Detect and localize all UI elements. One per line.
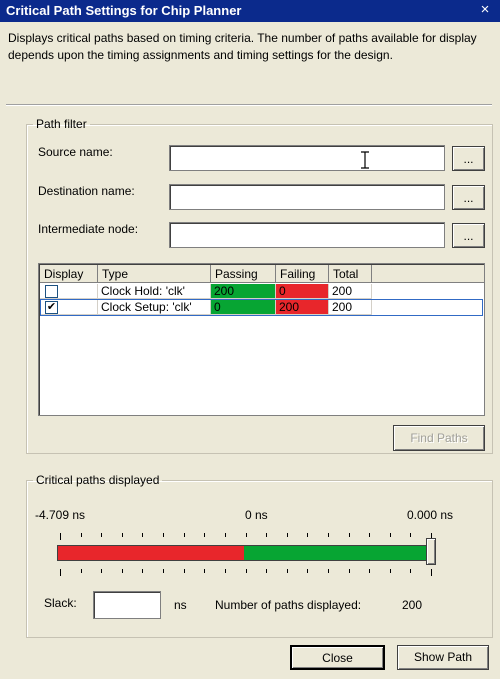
show-path-button[interactable]: Show Path	[397, 645, 489, 670]
intermediate-browse-button[interactable]: ...	[452, 223, 485, 248]
slider-tick	[60, 533, 61, 540]
column-header-passing[interactable]: Passing	[211, 265, 276, 283]
destination-browse-button[interactable]: ...	[452, 185, 485, 210]
slider-tick	[349, 533, 350, 537]
dialog-description: Displays critical paths based on timing …	[8, 31, 477, 62]
slider-tick	[328, 569, 329, 573]
slider-tick	[142, 533, 143, 537]
display-checkbox[interactable]: ✔	[45, 301, 58, 314]
passing-range-bar	[244, 546, 427, 560]
title-bar[interactable]: Critical Path Settings for Chip Planner …	[0, 0, 500, 22]
timing-table[interactable]: Display Type Passing Failing Total Clock…	[38, 263, 485, 416]
column-header-type[interactable]: Type	[98, 265, 211, 283]
slack-label: Slack:	[44, 596, 77, 610]
slider-tick	[81, 533, 82, 537]
row-failing-cell: 200	[276, 300, 329, 315]
intermediate-node-label: Intermediate node:	[38, 222, 139, 236]
find-paths-button[interactable]: Find Paths	[393, 425, 485, 451]
slider-tick	[101, 569, 102, 573]
slack-unit-label: ns	[174, 598, 187, 612]
row-passing-cell: 200	[211, 284, 276, 299]
column-header-failing[interactable]: Failing	[276, 265, 329, 283]
slider-tick	[184, 533, 185, 537]
slider-tick	[81, 569, 82, 573]
source-name-input[interactable]	[169, 145, 445, 171]
source-browse-button[interactable]: ...	[452, 146, 485, 171]
display-checkbox[interactable]	[45, 285, 58, 298]
slider-tick	[390, 569, 391, 573]
slider-tick	[163, 533, 164, 537]
failing-range-bar	[58, 546, 244, 560]
paths-count-label: Number of paths displayed:	[215, 598, 362, 612]
close-window-icon[interactable]: ×	[476, 0, 494, 20]
find-paths-label: Find Paths	[410, 431, 468, 445]
slider-tick	[184, 569, 185, 573]
table-row[interactable]: ✔	[40, 300, 98, 315]
slider-tick	[142, 569, 143, 573]
slider-tick	[266, 533, 267, 537]
row-type-cell: Clock Setup: 'clk'	[98, 300, 211, 315]
slider-tick	[204, 533, 205, 537]
slider-tick	[122, 533, 123, 537]
paths-count-value: 200	[402, 598, 423, 612]
slider-tick	[101, 533, 102, 537]
row-type-cell: Clock Hold: 'clk'	[98, 284, 211, 299]
slider-ticks-top	[60, 533, 432, 540]
slider-tick	[246, 569, 247, 573]
column-header-total[interactable]: Total	[329, 265, 372, 283]
slider-mid-label: 0 ns	[245, 508, 268, 522]
slider-min-label: -4.709 ns	[35, 508, 86, 522]
close-button[interactable]: Close	[290, 645, 385, 670]
text-cursor-icon	[361, 151, 369, 169]
window-title: Critical Path Settings for Chip Planner	[6, 3, 242, 18]
slider-tick	[431, 569, 432, 576]
slider-max-label: 0.000 ns	[407, 508, 454, 522]
slider-tick	[163, 569, 164, 573]
slider-tick	[369, 569, 370, 573]
path-filter-legend: Path filter	[36, 117, 87, 131]
slider-tick	[410, 533, 411, 537]
dialog-window: Critical Path Settings for Chip Planner …	[0, 0, 500, 679]
slider-tick	[60, 569, 61, 576]
column-header-filler	[372, 265, 484, 283]
slack-slider-track[interactable]	[57, 545, 428, 561]
intermediate-node-input[interactable]	[169, 222, 445, 248]
slack-input[interactable]	[93, 591, 161, 619]
table-row[interactable]	[40, 284, 98, 299]
slider-tick	[266, 569, 267, 573]
slider-tick	[204, 569, 205, 573]
row-total-cell: 200	[329, 300, 372, 315]
row-failing-cell: 0	[276, 284, 329, 299]
slider-tick	[369, 533, 370, 537]
row-total-cell: 200	[329, 284, 372, 299]
destination-name-label: Destination name:	[38, 184, 135, 198]
description-separator	[6, 104, 492, 106]
slider-tick	[287, 569, 288, 573]
slider-tick	[307, 533, 308, 537]
slider-tick	[307, 569, 308, 573]
slider-tick	[328, 533, 329, 537]
slack-slider-thumb[interactable]	[426, 538, 436, 565]
critical-paths-legend: Critical paths displayed	[36, 473, 160, 487]
source-name-label: Source name:	[38, 145, 113, 159]
column-header-display[interactable]: Display	[40, 265, 98, 283]
slider-tick	[246, 533, 247, 537]
slider-tick	[390, 533, 391, 537]
slider-tick	[225, 569, 226, 573]
slider-tick	[122, 569, 123, 573]
slider-ticks-bottom	[60, 569, 432, 576]
slider-tick	[349, 569, 350, 573]
slider-tick	[287, 533, 288, 537]
slider-tick	[225, 533, 226, 537]
destination-name-input[interactable]	[169, 184, 445, 210]
row-passing-cell: 0	[211, 300, 276, 315]
slider-tick	[410, 569, 411, 573]
